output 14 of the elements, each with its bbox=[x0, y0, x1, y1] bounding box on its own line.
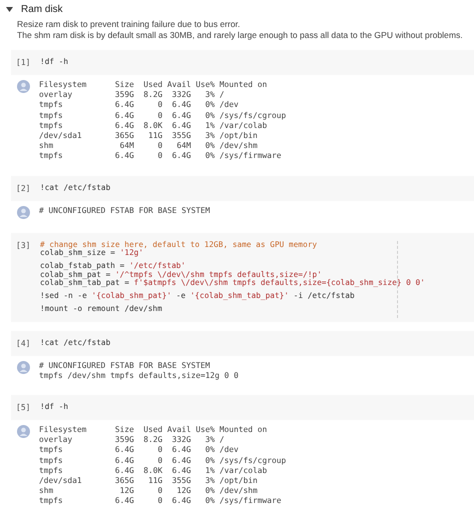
execution-count: [5] bbox=[16, 403, 32, 412]
avatar-icon bbox=[17, 360, 30, 374]
description-text: Resize ram disk to prevent training failure due to bus error. bbox=[17, 19, 242, 30]
execution-count: [3] bbox=[16, 240, 32, 252]
code-cell[interactable] bbox=[11, 232, 474, 322]
description-text: The shm ram disk is by default small as 30MB, and rarely large enough to pass all data to the GPU without problems. bbox=[17, 30, 464, 41]
execution-count: [4] bbox=[16, 338, 32, 348]
section-title: Ram disk bbox=[21, 4, 63, 14]
avatar-icon bbox=[17, 206, 30, 219]
execution-count: [1] bbox=[16, 58, 32, 67]
avatar-icon bbox=[17, 80, 30, 93]
avatar-icon bbox=[17, 425, 30, 438]
caret-icon[interactable] bbox=[6, 6, 13, 12]
execution-count: [2] bbox=[16, 184, 32, 193]
